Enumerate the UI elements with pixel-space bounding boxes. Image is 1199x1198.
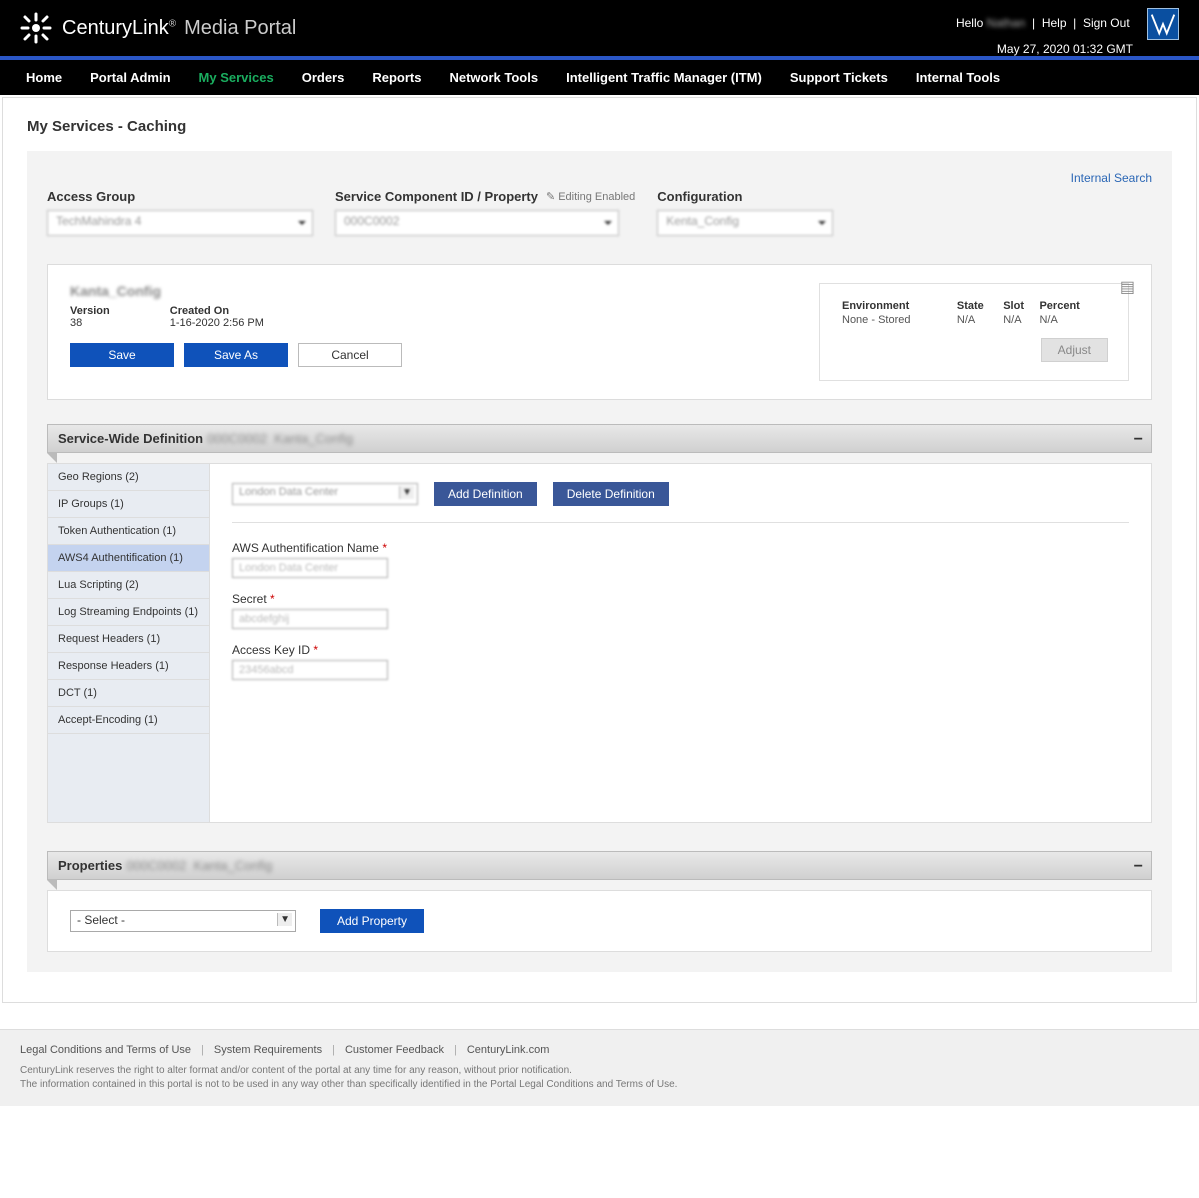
- service-component-label: Service Component ID / Property: [335, 189, 538, 204]
- env-header-slot: Slot: [1003, 300, 1037, 312]
- service-component-select[interactable]: 000C0002: [335, 210, 619, 236]
- header-right: Hello Nathan | Help | Sign Out May 27, 2…: [956, 8, 1179, 56]
- side-tab-accept-encoding-1-[interactable]: Accept-Encoding (1): [48, 707, 209, 734]
- footer-disclaimer-2: The information contained in this portal…: [20, 1078, 1179, 1092]
- nav-item-network-tools[interactable]: Network Tools: [435, 60, 552, 95]
- auth-name-label: AWS Authentification Name *: [232, 541, 1129, 555]
- env-value-environment: None - Stored: [842, 314, 955, 326]
- footer-link-centurylink-com[interactable]: CenturyLink.com: [467, 1044, 550, 1056]
- nav-item-orders[interactable]: Orders: [288, 60, 359, 95]
- config-card: ▤ Kanta_Config Version 38 Created On 1-1…: [47, 264, 1152, 400]
- service-wide-section-header: Service-Wide Definition 000C0002 Kanta_C…: [47, 424, 1152, 453]
- side-tab-token-authentication-1-[interactable]: Token Authentication (1): [48, 518, 209, 545]
- access-group-label: Access Group: [47, 189, 313, 204]
- footer-link-customer-feedback[interactable]: Customer Feedback: [345, 1044, 444, 1056]
- header-timestamp: May 27, 2020 01:32 GMT: [956, 42, 1133, 56]
- auth-name-input[interactable]: [232, 558, 388, 578]
- env-header-state: State: [957, 300, 1001, 312]
- internal-search-link[interactable]: Internal Search: [47, 171, 1152, 185]
- env-header-environment: Environment: [842, 300, 955, 312]
- help-link[interactable]: Help: [1042, 16, 1067, 30]
- side-tab-dct-1-[interactable]: DCT (1): [48, 680, 209, 707]
- nav-item-home[interactable]: Home: [12, 60, 76, 95]
- add-definition-button[interactable]: Add Definition: [434, 482, 537, 506]
- editing-enabled-badge: ✎ Editing Enabled: [546, 190, 635, 203]
- secret-input[interactable]: [232, 609, 388, 629]
- side-tabs: Geo Regions (2)IP Groups (1)Token Authen…: [48, 464, 210, 822]
- env-value-state: N/A: [957, 314, 1001, 326]
- definition-select[interactable]: London Data Center: [232, 483, 418, 505]
- page-title: My Services - Caching: [27, 118, 1172, 135]
- footer: Legal Conditions and Terms of Use|System…: [0, 1029, 1199, 1106]
- side-tab-geo-regions-2-[interactable]: Geo Regions (2): [48, 464, 209, 491]
- nav-bar: HomePortal AdminMy ServicesOrdersReports…: [0, 56, 1199, 95]
- username: Nathan: [987, 16, 1026, 30]
- created-on-label: Created On: [170, 305, 264, 317]
- nav-item-internal-tools[interactable]: Internal Tools: [902, 60, 1014, 95]
- env-value-percent: N/A: [1039, 314, 1106, 326]
- nav-item-my-services[interactable]: My Services: [185, 60, 288, 95]
- save-as-button[interactable]: Save As: [184, 343, 288, 367]
- access-key-label: Access Key ID *: [232, 643, 1129, 657]
- configuration-label: Configuration: [657, 189, 833, 204]
- nav-item-reports[interactable]: Reports: [358, 60, 435, 95]
- nav-item-portal-admin[interactable]: Portal Admin: [76, 60, 184, 95]
- environment-panel: Environment State Slot Percent None - St…: [819, 283, 1129, 381]
- access-group-select[interactable]: TechMahindra 4: [47, 210, 313, 236]
- version-value: 38: [70, 317, 110, 329]
- collapse-icon[interactable]: −: [1134, 858, 1143, 876]
- side-tab-log-streaming-endpoints-1-[interactable]: Log Streaming Endpoints (1): [48, 599, 209, 626]
- side-tab-lua-scripting-2-[interactable]: Lua Scripting (2): [48, 572, 209, 599]
- side-tab-aws4-authentification-1-[interactable]: AWS4 Authentification (1): [48, 545, 209, 572]
- footer-disclaimer-1: CenturyLink reserves the right to alter …: [20, 1064, 1179, 1078]
- main-box: Internal Search Access Group TechMahindr…: [27, 151, 1172, 972]
- hello-text: Hello: [956, 16, 983, 30]
- version-label: Version: [70, 305, 110, 317]
- brand-text: CenturyLink®: [62, 17, 176, 40]
- centurylink-logo-icon: [20, 12, 52, 44]
- product-name: Media Portal: [184, 17, 296, 40]
- properties-select[interactable]: - Select -: [70, 910, 296, 932]
- env-header-percent: Percent: [1039, 300, 1106, 312]
- cancel-button[interactable]: Cancel: [298, 343, 402, 367]
- access-key-input[interactable]: [232, 660, 388, 680]
- nav-item-intelligent-traffic-manager-itm-[interactable]: Intelligent Traffic Manager (ITM): [552, 60, 776, 95]
- pencil-icon: ✎: [546, 190, 555, 203]
- created-on-value: 1-16-2020 2:56 PM: [170, 317, 264, 329]
- side-tab-response-headers-1-[interactable]: Response Headers (1): [48, 653, 209, 680]
- side-tab-request-headers-1-[interactable]: Request Headers (1): [48, 626, 209, 653]
- properties-section-header: Properties 000C0002 Kanta_Config −: [47, 851, 1152, 880]
- config-name: Kanta_Config: [70, 283, 402, 299]
- secret-label: Secret *: [232, 592, 1129, 606]
- signout-link[interactable]: Sign Out: [1083, 16, 1130, 30]
- configuration-select[interactable]: Kenta_Config: [657, 210, 833, 236]
- vyvx-logo-icon: [1147, 8, 1179, 40]
- footer-link-legal-conditions-and-terms-of-use[interactable]: Legal Conditions and Terms of Use: [20, 1044, 191, 1056]
- footer-link-system-requirements[interactable]: System Requirements: [214, 1044, 322, 1056]
- panel-settings-icon[interactable]: ▤: [1120, 277, 1135, 297]
- header-bar: CenturyLink® Media Portal Hello Nathan |…: [0, 0, 1199, 56]
- delete-definition-button[interactable]: Delete Definition: [553, 482, 669, 506]
- nav-item-support-tickets[interactable]: Support Tickets: [776, 60, 902, 95]
- adjust-button[interactable]: Adjust: [1041, 338, 1108, 362]
- add-property-button[interactable]: Add Property: [320, 909, 424, 933]
- save-button[interactable]: Save: [70, 343, 174, 367]
- env-value-slot: N/A: [1003, 314, 1037, 326]
- collapse-icon[interactable]: −: [1134, 431, 1143, 449]
- side-tab-ip-groups-1-[interactable]: IP Groups (1): [48, 491, 209, 518]
